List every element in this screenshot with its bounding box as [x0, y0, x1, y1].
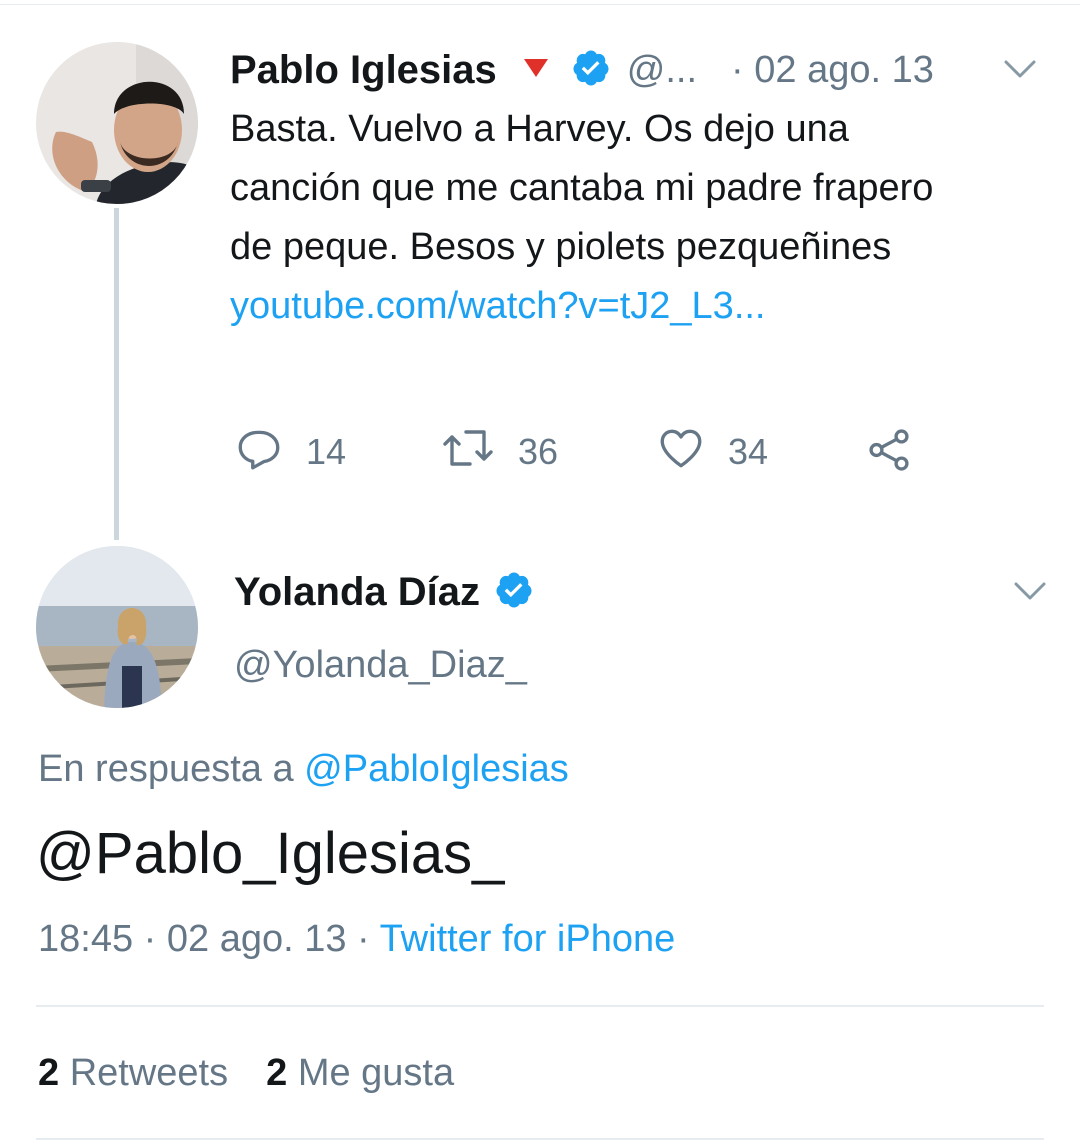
- verified-badge-icon: [571, 48, 611, 93]
- tweet-date: · 02 ago. 13 ·: [133, 918, 380, 960]
- reply-tweet-text: @Pablo_Iglesias_: [36, 820, 504, 887]
- like-count: 34: [728, 431, 769, 472]
- stats-divider-bottom: [36, 1138, 1044, 1140]
- parent-tweet-header: Pablo Iglesias @... · 02 ago. 13: [230, 44, 934, 96]
- likes-label: Me gusta: [297, 1052, 455, 1094]
- tweet-stats: 2 Retweets 2 Me gusta: [38, 1052, 454, 1095]
- heart-icon: [656, 423, 728, 482]
- author-handle[interactable]: @...: [627, 49, 697, 92]
- retweet-button[interactable]: 36: [440, 424, 558, 480]
- tweet-date[interactable]: · 02 ago. 13: [731, 49, 934, 92]
- red-triangle-flag-icon: [523, 58, 549, 83]
- author-name[interactable]: Yolanda Díaz: [234, 570, 480, 615]
- verified-badge-icon: [494, 570, 534, 615]
- pablo-avatar[interactable]: [36, 42, 198, 204]
- tweet-metadata: 18:45 · 02 ago. 13 · Twitter for iPhone: [38, 918, 675, 961]
- reply-tweet-header: Yolanda Díaz: [234, 566, 534, 618]
- share-icon: [864, 425, 936, 484]
- retweets-stat[interactable]: 2 Retweets: [38, 1052, 228, 1095]
- mention-link[interactable]: @Pablo_Iglesias_: [36, 821, 504, 886]
- source-link[interactable]: Twitter for iPhone: [380, 918, 676, 960]
- stats-divider-top: [36, 1005, 1044, 1007]
- in-reply-to: En respuesta a @PabloIglesias: [38, 748, 569, 791]
- tweet-time: 18:45: [38, 918, 134, 960]
- likes-stat[interactable]: 2 Me gusta: [266, 1052, 454, 1095]
- retweet-count: 36: [518, 431, 559, 472]
- reply-button[interactable]: 14: [234, 424, 346, 480]
- author-handle[interactable]: @Yolanda_Diaz_: [234, 644, 527, 687]
- in-reply-prefix: En respuesta a: [38, 748, 305, 790]
- parent-tweet-text: Basta. Vuelvo a Harvey. Os dejo una canc…: [230, 100, 960, 336]
- yolanda-avatar[interactable]: [36, 546, 198, 708]
- youtube-link[interactable]: youtube.com/watch?v=tJ2_L3...: [230, 285, 766, 327]
- like-button[interactable]: 34: [656, 424, 768, 480]
- reply-count: 14: [306, 431, 347, 472]
- likes-count: 2: [266, 1052, 288, 1094]
- author-name[interactable]: Pablo Iglesias: [230, 48, 497, 93]
- retweet-icon: [440, 423, 518, 482]
- in-reply-handle-link[interactable]: @PabloIglesias: [304, 748, 569, 790]
- top-divider: [0, 4, 1080, 5]
- thread-connector: [114, 208, 119, 540]
- chevron-down-icon[interactable]: [1000, 50, 1040, 90]
- reply-icon: [234, 423, 306, 482]
- retweets-label: Retweets: [69, 1052, 229, 1094]
- chevron-down-icon[interactable]: [1010, 572, 1050, 612]
- retweets-count: 2: [38, 1052, 60, 1094]
- share-button[interactable]: [864, 426, 936, 482]
- tweet-text: Basta. Vuelvo a Harvey. Os dejo una canc…: [230, 108, 934, 268]
